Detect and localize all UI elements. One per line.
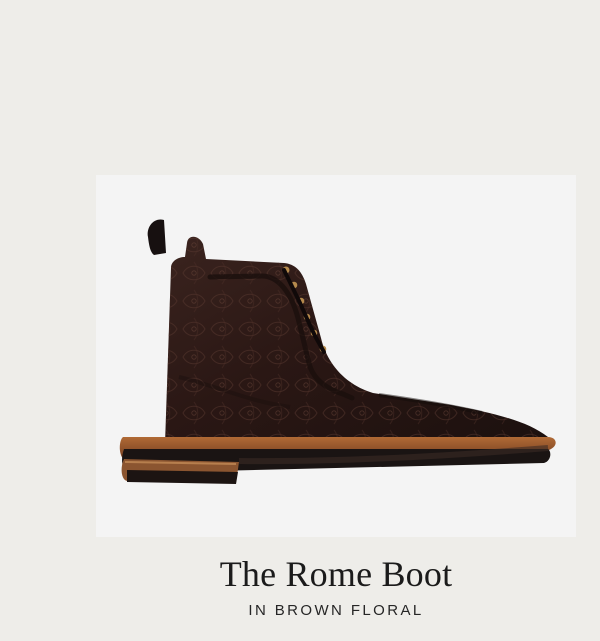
boot-photo-icon <box>119 219 556 484</box>
product-image-panel[interactable] <box>96 175 576 537</box>
product-title[interactable]: The Rome Boot <box>0 552 600 596</box>
product-variant: IN BROWN FLORAL <box>248 602 424 619</box>
boot-illustration <box>119 219 556 484</box>
